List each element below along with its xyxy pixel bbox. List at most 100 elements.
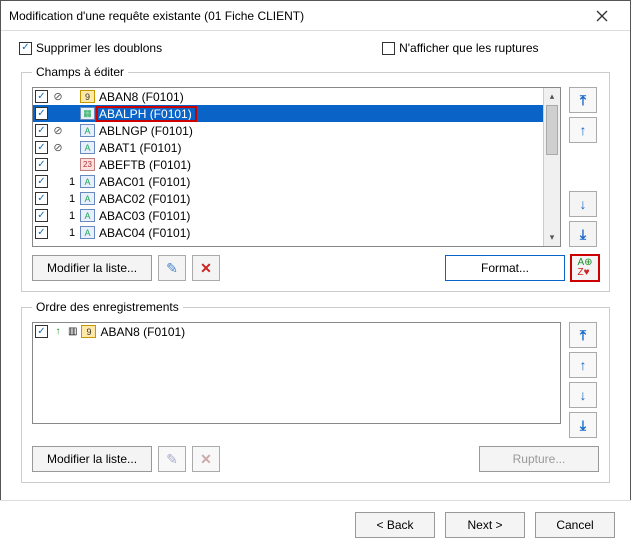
row-checkbox[interactable]: ✓ [35,124,48,137]
ruptures-only-checkbox[interactable]: N'afficher que les ruptures [382,41,538,55]
sort-icon [52,192,64,205]
row-checkbox[interactable]: ✓ [35,107,48,120]
order-legend: Ordre des enregistrements [32,300,183,314]
field-label: ABLNGP (F0101) [97,124,193,138]
order-list-item[interactable]: ✓ ↑ ▥ 9ABAN8 (F0101) [33,323,560,340]
sort-order: 1 [66,210,78,222]
sort-icon [52,175,64,188]
order-label: ABAN8 (F0101) [98,325,185,339]
move-down-button[interactable]: ↓ [569,191,597,217]
type-icon: A [80,192,95,205]
type-icon: ▦ [80,107,95,120]
modify-fields-list-button[interactable]: Modifier la liste... [32,255,152,281]
sort-icon [52,226,64,239]
type-icon: 9 [81,325,96,338]
order-move-bottom-button[interactable]: ⤓ [569,412,597,438]
row-checkbox[interactable]: ✓ [35,209,48,222]
scrollbar[interactable]: ▴ ▾ [543,88,560,246]
field-label: ABALPH (F0101) [97,107,196,121]
delete-field-button[interactable]: ✕ [192,255,220,281]
order-list[interactable]: ✓ ↑ ▥ 9ABAN8 (F0101) [32,322,561,424]
type-icon: A [80,124,95,137]
field-list-item[interactable]: ✓AABAT1 (F0101) [33,139,543,156]
sort-icon [52,209,64,222]
suppress-duplicates-label: Supprimer les doublons [36,41,162,55]
row-checkbox[interactable]: ✓ [35,175,48,188]
order-group: Ordre des enregistrements ✓ ↑ ▥ 9ABAN8 (F01… [21,300,610,483]
row-checkbox[interactable]: ✓ [35,192,48,205]
arrow-bottom-icon: ⤓ [580,417,586,434]
arrow-bottom-icon: ⤓ [580,226,586,243]
delete-icon: ✕ [200,451,212,468]
field-label: ABAC04 (F0101) [97,226,190,240]
ruptures-only-label: N'afficher que les ruptures [399,41,538,55]
delete-icon: ✕ [200,260,212,277]
field-label: ABEFTB (F0101) [97,158,191,172]
field-label: ABAN8 (F0101) [97,90,184,104]
row-checkbox[interactable]: ✓ [35,158,48,171]
fields-list[interactable]: ✓9ABAN8 (F0101)✓▦ABALPH (F0101)✓AABLNGP … [32,87,561,247]
pencil-icon: ✎ [166,451,178,468]
field-list-item[interactable]: ✓1AABAC03 (F0101) [33,207,543,224]
move-bottom-button[interactable]: ⤓ [569,221,597,247]
type-icon: A [80,175,95,188]
edit-order-button[interactable]: ✎ [158,446,186,472]
check-icon: ✓ [19,42,32,55]
move-up-button[interactable]: ↑ [569,117,597,143]
field-list-item[interactable]: ✓ AABLNGP (F0101) [33,122,543,139]
close-button[interactable] [582,2,622,30]
field-list-item[interactable]: ✓ ▦ABALPH (F0101) [33,105,543,122]
scroll-up-icon[interactable]: ▴ [544,88,560,105]
order-move-down-button[interactable]: ↓ [569,382,597,408]
close-icon [596,10,608,22]
sort-icon [52,158,64,171]
arrow-down-icon: ↓ [580,196,587,212]
field-list-item[interactable]: ✓1AABAC01 (F0101) [33,173,543,190]
window-title: Modification d'une requête existante (01… [9,9,582,23]
arrow-down-icon: ↓ [580,387,587,403]
move-top-button[interactable]: ⤒ [569,87,597,113]
edit-field-button[interactable]: ✎ [158,255,186,281]
arrow-up-icon: ↑ [580,122,587,138]
column-icon: ▥ [68,326,77,337]
cancel-button[interactable]: Cancel [535,512,615,538]
field-label: ABAC01 (F0101) [97,175,190,189]
row-checkbox[interactable]: ✓ [35,325,48,338]
field-list-item[interactable]: ✓1AABAC02 (F0101) [33,190,543,207]
row-checkbox[interactable]: ✓ [35,90,48,103]
delete-order-button[interactable]: ✕ [192,446,220,472]
field-label: ABAC02 (F0101) [97,192,190,206]
field-label: ABAC03 (F0101) [97,209,190,223]
back-button[interactable]: < Back [355,512,435,538]
fields-legend: Champs à éditer [32,65,128,79]
fields-group: Champs à éditer ✓ 9ABAN8 (F0101) ✓ ▦ABALPH … [21,65,610,292]
type-icon: 9 [80,90,95,103]
add-sort-button[interactable]: A⊕Z♥ [571,255,599,281]
scroll-down-icon[interactable]: ▾ [544,229,560,246]
arrow-top-icon: ⤒ [580,92,586,109]
order-move-up-button[interactable]: ↑ [569,352,597,378]
field-list-item[interactable]: ✓ 9ABAN8 (F0101) [33,88,543,105]
field-list-item[interactable]: ✓1AABAC04 (F0101) [33,224,543,241]
sort-none-icon [52,124,64,137]
pencil-icon: ✎ [166,260,178,277]
next-button[interactable]: Next > [445,512,525,538]
order-move-top-button[interactable]: ⤒ [569,322,597,348]
sort-asc-icon: ↑ [52,325,64,338]
format-button[interactable]: Format... [445,255,565,281]
sort-none-icon [52,90,64,103]
modify-order-list-button[interactable]: Modifier la liste... [32,446,152,472]
row-checkbox[interactable]: ✓ [35,226,48,239]
type-icon: A [80,226,95,239]
row-checkbox[interactable]: ✓ [35,141,48,154]
rupture-button[interactable]: Rupture... [479,446,599,472]
sort-az-icon: A⊕Z♥ [577,258,592,278]
field-list-item[interactable]: ✓ 23ABEFTB (F0101) [33,156,543,173]
type-icon: 23 [80,158,95,171]
suppress-duplicates-checkbox[interactable]: ✓ Supprimer les doublons [19,41,162,55]
scroll-thumb[interactable] [546,105,558,155]
arrow-up-icon: ↑ [580,357,587,373]
type-icon: A [80,141,95,154]
arrow-top-icon: ⤒ [580,327,586,344]
sort-icon [52,107,64,120]
